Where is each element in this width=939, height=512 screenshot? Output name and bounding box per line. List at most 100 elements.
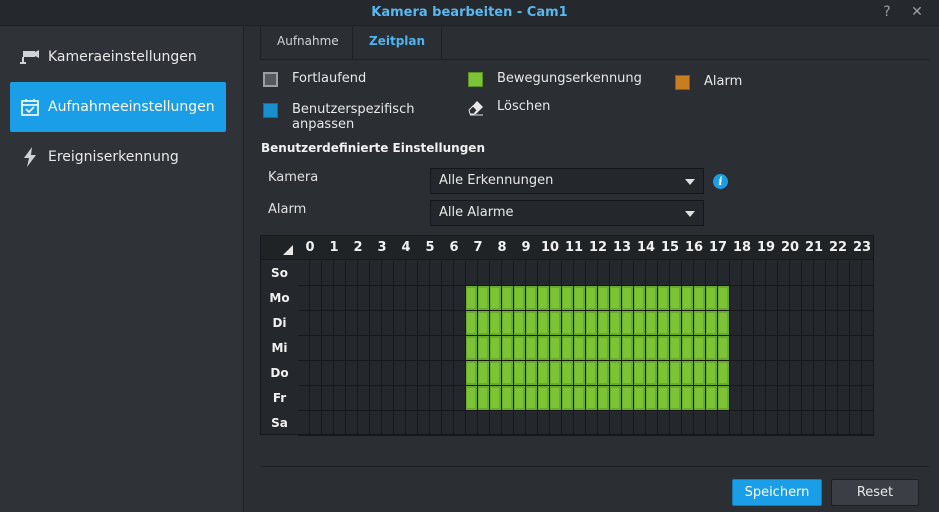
schedule-cell[interactable]: [646, 386, 658, 411]
schedule-cell[interactable]: [562, 386, 574, 411]
schedule-cell[interactable]: [490, 336, 502, 361]
schedule-cell[interactable]: [598, 361, 610, 386]
schedule-cell[interactable]: [574, 361, 586, 386]
schedule-cell[interactable]: [418, 361, 430, 386]
schedule-cell[interactable]: [622, 261, 634, 286]
schedule-cell[interactable]: [562, 261, 574, 286]
schedule-cell[interactable]: [514, 286, 526, 311]
schedule-cell[interactable]: [478, 286, 490, 311]
schedule-cell[interactable]: [466, 361, 478, 386]
save-button[interactable]: Speichern: [732, 479, 822, 506]
schedule-cell[interactable]: [706, 336, 718, 361]
schedule-cell[interactable]: [502, 311, 514, 336]
schedule-cell[interactable]: [406, 386, 418, 411]
schedule-cell[interactable]: [766, 261, 778, 286]
schedule-cell[interactable]: [766, 386, 778, 411]
schedule-cell[interactable]: [838, 361, 850, 386]
schedule-cell[interactable]: [790, 336, 802, 361]
hour-label[interactable]: 2: [346, 240, 370, 255]
schedule-cell[interactable]: [790, 386, 802, 411]
schedule-cell[interactable]: [406, 361, 418, 386]
schedule-cell[interactable]: [790, 311, 802, 336]
schedule-cell[interactable]: [742, 386, 754, 411]
schedule-cell[interactable]: [502, 411, 514, 436]
schedule-cell[interactable]: [490, 361, 502, 386]
schedule-cell[interactable]: [850, 336, 862, 361]
schedule-cell[interactable]: [394, 261, 406, 286]
schedule-cell[interactable]: [562, 411, 574, 436]
schedule-cell[interactable]: [538, 336, 550, 361]
schedule-cell[interactable]: [382, 361, 394, 386]
sidebar-item-recording-settings[interactable]: Aufnahmeeinstellungen: [10, 82, 226, 132]
schedule-cell[interactable]: [370, 361, 382, 386]
schedule-cell[interactable]: [778, 261, 790, 286]
schedule-cell[interactable]: [322, 261, 334, 286]
schedule-cell[interactable]: [430, 361, 442, 386]
schedule-cell[interactable]: [298, 411, 310, 436]
schedule-cell[interactable]: [622, 311, 634, 336]
schedule-cell[interactable]: [382, 411, 394, 436]
schedule-cell[interactable]: [790, 286, 802, 311]
schedule-cell[interactable]: [514, 336, 526, 361]
schedule-cell[interactable]: [718, 286, 730, 311]
schedule-cell[interactable]: [514, 261, 526, 286]
hour-label[interactable]: 13: [610, 240, 634, 255]
hour-label[interactable]: 14: [634, 240, 658, 255]
schedule-cell[interactable]: [370, 261, 382, 286]
schedule-cell[interactable]: [850, 286, 862, 311]
schedule-cell[interactable]: [814, 261, 826, 286]
schedule-cell[interactable]: [622, 336, 634, 361]
schedule-cell[interactable]: [610, 361, 622, 386]
schedule-cell[interactable]: [526, 286, 538, 311]
schedule-cell[interactable]: [682, 311, 694, 336]
schedule-cell[interactable]: [586, 336, 598, 361]
hour-label[interactable]: 10: [538, 240, 562, 255]
schedule-cell[interactable]: [838, 411, 850, 436]
schedule-cell[interactable]: [790, 411, 802, 436]
schedule-cell[interactable]: [682, 411, 694, 436]
schedule-cell[interactable]: [826, 386, 838, 411]
hour-label[interactable]: 15: [658, 240, 682, 255]
schedule-cell[interactable]: [718, 386, 730, 411]
day-label[interactable]: Do: [261, 366, 298, 380]
schedule-cell[interactable]: [694, 261, 706, 286]
schedule-cell[interactable]: [622, 411, 634, 436]
schedule-cell[interactable]: [370, 311, 382, 336]
schedule-cell[interactable]: [370, 411, 382, 436]
hour-label[interactable]: 7: [466, 240, 490, 255]
schedule-cell[interactable]: [718, 261, 730, 286]
hour-label[interactable]: 1: [322, 240, 346, 255]
schedule-cell[interactable]: [478, 361, 490, 386]
schedule-cell[interactable]: [778, 286, 790, 311]
schedule-cell[interactable]: [430, 386, 442, 411]
schedule-cell[interactable]: [706, 386, 718, 411]
schedule-cell[interactable]: [310, 361, 322, 386]
schedule-cell[interactable]: [622, 386, 634, 411]
schedule-cell[interactable]: [538, 286, 550, 311]
schedule-cell[interactable]: [814, 336, 826, 361]
hour-label[interactable]: 5: [418, 240, 442, 255]
schedule-cell[interactable]: [790, 261, 802, 286]
close-button[interactable]: ✕: [908, 3, 926, 21]
schedule-cell[interactable]: [646, 261, 658, 286]
schedule-cell[interactable]: [526, 311, 538, 336]
schedule-cell[interactable]: [574, 386, 586, 411]
schedule-cell[interactable]: [514, 361, 526, 386]
schedule-cell[interactable]: [598, 261, 610, 286]
schedule-cell[interactable]: [346, 386, 358, 411]
schedule-cell[interactable]: [694, 361, 706, 386]
schedule-cell[interactable]: [394, 286, 406, 311]
schedule-cell[interactable]: [442, 286, 454, 311]
schedule-cell[interactable]: [862, 286, 874, 311]
schedule-cell[interactable]: [310, 311, 322, 336]
schedule-cell[interactable]: [634, 411, 646, 436]
schedule-cell[interactable]: [862, 311, 874, 336]
schedule-cell[interactable]: [586, 361, 598, 386]
schedule-cell[interactable]: [634, 361, 646, 386]
hour-label[interactable]: 19: [754, 240, 778, 255]
schedule-cell[interactable]: [478, 336, 490, 361]
schedule-cell[interactable]: [694, 336, 706, 361]
schedule-cell[interactable]: [358, 311, 370, 336]
legend-alarm[interactable]: Alarm: [675, 74, 742, 90]
schedule-cell[interactable]: [490, 261, 502, 286]
